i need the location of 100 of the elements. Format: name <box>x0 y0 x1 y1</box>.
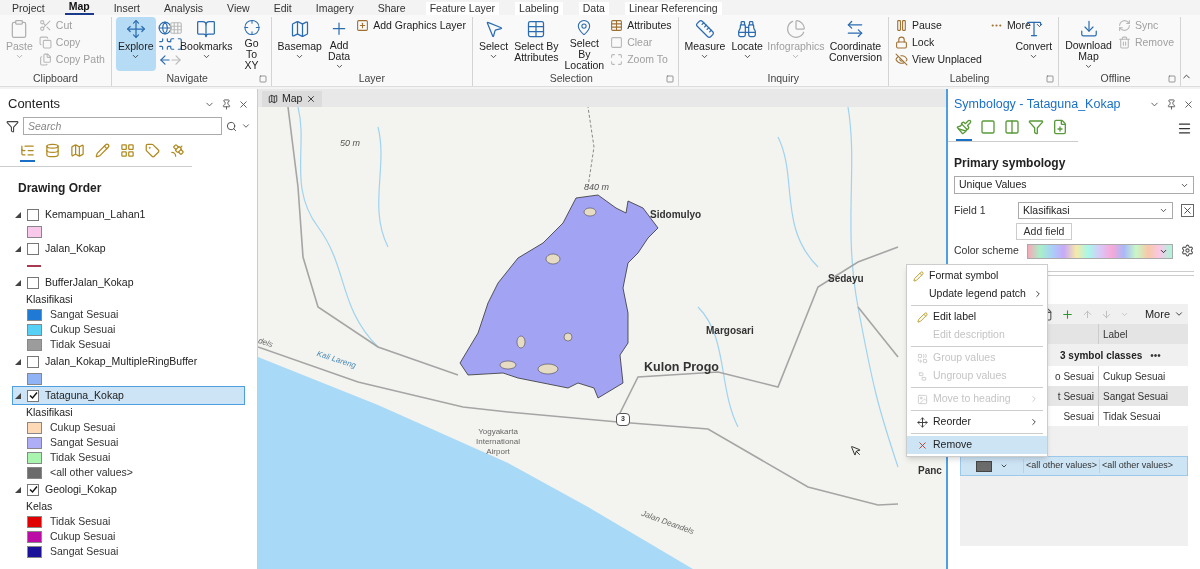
more-button[interactable]: More <box>1144 305 1184 323</box>
layer-row[interactable]: Kemampuan_Lahan1 <box>12 205 245 224</box>
method-dropdown[interactable]: Unique Values <box>954 176 1194 194</box>
zoom-icon <box>610 53 624 66</box>
ribbon-button[interactable]: Coordinate Conversion <box>826 17 884 71</box>
ribbon-button[interactable]: Locate <box>729 17 765 71</box>
clear-icon <box>610 36 624 49</box>
group-label: Clipboard <box>32 71 78 87</box>
map-label: Sedayu <box>828 272 864 286</box>
ribbon-button[interactable]: Go To XY <box>236 17 267 71</box>
layer-name: Geologi_Kokap <box>45 481 117 497</box>
ribbon-button[interactable]: Measure <box>682 17 728 71</box>
ribbon-button[interactable]: Lock <box>893 34 984 51</box>
symbol-swatch[interactable] <box>976 460 992 472</box>
checkbox[interactable] <box>27 276 39 289</box>
ribbon-tab[interactable]: Insert <box>109 2 144 15</box>
caret-icon <box>1174 309 1184 319</box>
ribbon-button[interactable]: Select <box>476 17 511 71</box>
symbology-tab[interactable] <box>956 119 972 141</box>
menu-item[interactable]: Format symbol <box>903 267 1051 285</box>
menu-label: Edit label <box>933 309 978 325</box>
checkbox[interactable] <box>27 483 39 496</box>
checkbox[interactable] <box>27 355 39 368</box>
ribbon-button[interactable]: Pause <box>893 17 984 34</box>
ribbon-button[interactable]: Select By Attributes <box>512 17 561 71</box>
close-icon[interactable] <box>238 98 249 110</box>
other-values-row[interactable]: <all other values> <all other values> <box>960 456 1188 476</box>
close-icon[interactable] <box>1183 98 1194 110</box>
ribbon-tab[interactable]: Edit <box>269 2 296 15</box>
list-tree-icon <box>20 143 35 158</box>
filter-icon[interactable] <box>6 119 19 133</box>
back-arrow-icon[interactable] <box>157 53 172 67</box>
field-dropdown[interactable]: Klasifikasi <box>1018 202 1173 219</box>
ribbon-button[interactable]: Explore <box>115 17 156 71</box>
map-label: 840 m <box>584 181 609 194</box>
ribbon-button[interactable]: Download Map <box>1063 17 1114 71</box>
layer-row[interactable]: Jalan_Kokap_MultipleRingBuffer <box>12 352 245 371</box>
menu-item[interactable]: Remove <box>907 436 1047 454</box>
full-extent-icon[interactable] <box>157 37 172 51</box>
ribbon-tab[interactable]: Share <box>373 2 410 15</box>
expand-triangle-icon[interactable] <box>15 392 21 399</box>
ribbon-tab[interactable]: View <box>223 2 254 15</box>
legend-heading: Kelas <box>25 499 54 514</box>
globe-icon[interactable] <box>157 21 172 35</box>
ribbon-button[interactable]: Add Graphics Layer <box>354 17 468 34</box>
caret-icon <box>489 52 499 61</box>
checkbox[interactable] <box>27 389 39 402</box>
extent-icon[interactable] <box>168 37 183 51</box>
ribbon-tab[interactable]: Project <box>8 2 49 15</box>
search-icon[interactable] <box>226 120 237 132</box>
menu-item[interactable]: Edit label <box>907 308 1047 326</box>
pin-icon[interactable] <box>221 98 232 110</box>
group-icon <box>916 352 928 364</box>
map-label: Panc <box>918 464 942 478</box>
ribbon-button[interactable]: Basemap <box>275 17 324 71</box>
table-cell: <all other values> <box>1023 459 1099 473</box>
ribbon-tab[interactable]: Linear Referencing <box>624 2 722 15</box>
map-tab[interactable]: Map <box>262 91 323 107</box>
ribbon-tab[interactable]: Feature Layer <box>425 2 500 15</box>
pin-icon[interactable] <box>1166 98 1177 110</box>
layer-row[interactable]: Tataguna_Kokap <box>12 386 245 405</box>
ribbon-tab[interactable]: Data <box>578 2 609 15</box>
ribbon-button[interactable]: Select By Location <box>562 17 607 71</box>
chevron-down-icon[interactable] <box>241 121 251 131</box>
table-cell-text: t Sesuai <box>1056 389 1095 404</box>
remove-field-icon[interactable] <box>1181 204 1194 217</box>
caret-icon[interactable] <box>1000 462 1008 470</box>
caret-icon <box>791 52 801 61</box>
layer-row[interactable]: Geologi_Kokap <box>12 480 245 499</box>
ribbon-tab[interactable]: Labeling <box>515 2 563 15</box>
grid-plus-icon <box>120 143 135 158</box>
ribbon-button[interactable]: View Unplaced <box>893 51 984 68</box>
more-dots[interactable]: ••• <box>1150 347 1161 363</box>
add-field-button[interactable]: Add field <box>1016 223 1072 240</box>
close-icon[interactable] <box>306 94 317 104</box>
ribbon-tab[interactable]: Imagery <box>311 2 358 15</box>
plus-icon[interactable] <box>1060 307 1074 321</box>
table-cell-text: Sesuai <box>1062 409 1095 424</box>
settings-icon[interactable] <box>1181 244 1194 257</box>
checkbox[interactable] <box>27 208 39 221</box>
ribbon-button[interactable]: More <box>987 17 1046 34</box>
ribbon-button[interactable]: Attributes <box>608 17 674 34</box>
expand-triangle-icon[interactable] <box>15 245 21 252</box>
color-ramp[interactable] <box>1026 244 1173 259</box>
menu-icon[interactable] <box>1177 121 1192 136</box>
menu-item[interactable]: Update legend patch <box>903 285 1051 303</box>
layer-row[interactable]: Jalan_Kokap <box>12 239 245 258</box>
ribbon-button[interactable]: Add Data <box>325 17 353 71</box>
ribbon-button[interactable]: Bookmarks <box>178 17 235 71</box>
ribbon-tab[interactable]: Analysis <box>159 2 208 15</box>
expand-triangle-icon[interactable] <box>15 358 21 365</box>
checkbox[interactable] <box>27 242 39 255</box>
layer-row[interactable]: BufferJalan_Kokap <box>12 273 245 292</box>
field-label: Field 1 <box>954 202 987 218</box>
files-icon <box>38 53 52 66</box>
expand-triangle-icon[interactable] <box>15 211 21 218</box>
expand-triangle-icon[interactable] <box>15 279 21 286</box>
expand-triangle-icon[interactable] <box>15 486 21 493</box>
search-field[interactable]: Search <box>23 117 222 135</box>
view-tab[interactable] <box>20 143 35 162</box>
